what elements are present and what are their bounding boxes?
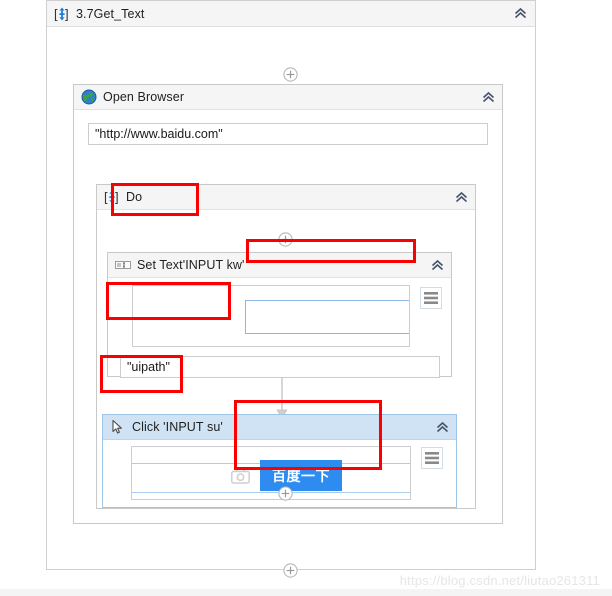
root-sequence-header[interactable]: [ ] 3.7Get_Text xyxy=(47,1,535,27)
do-sequence-body: Set Text'INPUT kw' "uipath" Click 'INPUT… xyxy=(97,210,475,508)
hamburger-menu-icon[interactable] xyxy=(419,445,445,471)
click-header[interactable]: Click 'INPUT su' xyxy=(103,415,456,440)
watermark-text: https://blog.csdn.net/liutao261311 xyxy=(399,573,600,588)
click-title: Click 'INPUT su' xyxy=(132,420,223,434)
chevron-double-up-icon[interactable] xyxy=(453,189,470,206)
browser-url-input[interactable]: "http://www.baidu.com" xyxy=(88,123,488,145)
svg-text:]: ] xyxy=(115,190,119,205)
set-text-selector-preview[interactable] xyxy=(132,285,410,347)
root-sequence-container[interactable]: [ ] 3.7Get_Text Open Browser "http://www… xyxy=(46,0,536,578)
camera-icon xyxy=(231,468,250,484)
chevron-double-up-icon[interactable] xyxy=(434,419,451,436)
chevron-double-up-icon[interactable] xyxy=(429,257,446,274)
click-label: Click xyxy=(132,420,160,434)
root-sequence-body: Open Browser "http://www.baidu.com" [] … xyxy=(47,27,535,578)
hamburger-menu-icon[interactable] xyxy=(418,285,444,311)
set-text-title: Set Text'INPUT kw' xyxy=(137,258,245,272)
sequence-icon: [ ] xyxy=(104,189,120,205)
preview-rule-bottom xyxy=(132,492,410,493)
click-selector-preview[interactable]: 百度一下 xyxy=(131,446,411,500)
open-browser-header[interactable]: Open Browser xyxy=(74,85,502,110)
do-sequence-header[interactable]: [ ] Do xyxy=(97,185,475,210)
do-sequence-container[interactable]: [ ] Do Set Text'INPUT kw' "uipath" Click… xyxy=(96,184,476,509)
add-activity-button-do-bottom[interactable] xyxy=(278,486,293,501)
set-text-body: "uipath" xyxy=(108,278,451,378)
set-text-target: 'INPUT kw' xyxy=(182,258,245,272)
click-target: 'INPUT su' xyxy=(163,420,223,434)
add-activity-button-root-top[interactable] xyxy=(283,67,298,82)
globe-icon xyxy=(81,89,97,105)
root-sequence-title: 3.7Get_Text xyxy=(76,6,145,21)
open-browser-title: Open Browser xyxy=(103,90,185,104)
add-activity-button-do-top[interactable] xyxy=(278,232,293,247)
chevron-double-up-icon[interactable] xyxy=(512,5,529,22)
sequence-icon: [ ] xyxy=(54,6,70,22)
set-text-activity[interactable]: Set Text'INPUT kw' "uipath" xyxy=(107,252,452,378)
do-sequence-title: Do xyxy=(126,190,143,204)
add-activity-button-root-bottom[interactable] xyxy=(283,563,298,578)
chevron-double-up-icon[interactable] xyxy=(480,89,497,106)
set-text-value-input[interactable]: "uipath" xyxy=(120,356,440,378)
baidu-search-button[interactable]: 百度一下 xyxy=(260,460,342,491)
input-field-preview xyxy=(245,300,409,334)
set-text-label: Set Text xyxy=(137,258,183,272)
svg-text:]: ] xyxy=(65,6,69,21)
set-text-header[interactable]: Set Text'INPUT kw' xyxy=(108,253,451,278)
text-field-icon xyxy=(115,257,131,273)
svg-text:[: [ xyxy=(104,190,108,205)
open-browser-activity[interactable]: Open Browser "http://www.baidu.com" [] … xyxy=(73,84,503,524)
bottom-strip xyxy=(0,589,612,596)
workflow-designer-canvas: [ ] 3.7Get_Text Open Browser "http://www… xyxy=(46,0,612,578)
svg-text:[: [ xyxy=(54,6,58,21)
open-browser-body: "http://www.baidu.com" [ ] Do Set Text'I… xyxy=(74,110,502,523)
cursor-pointer-icon xyxy=(110,419,126,435)
